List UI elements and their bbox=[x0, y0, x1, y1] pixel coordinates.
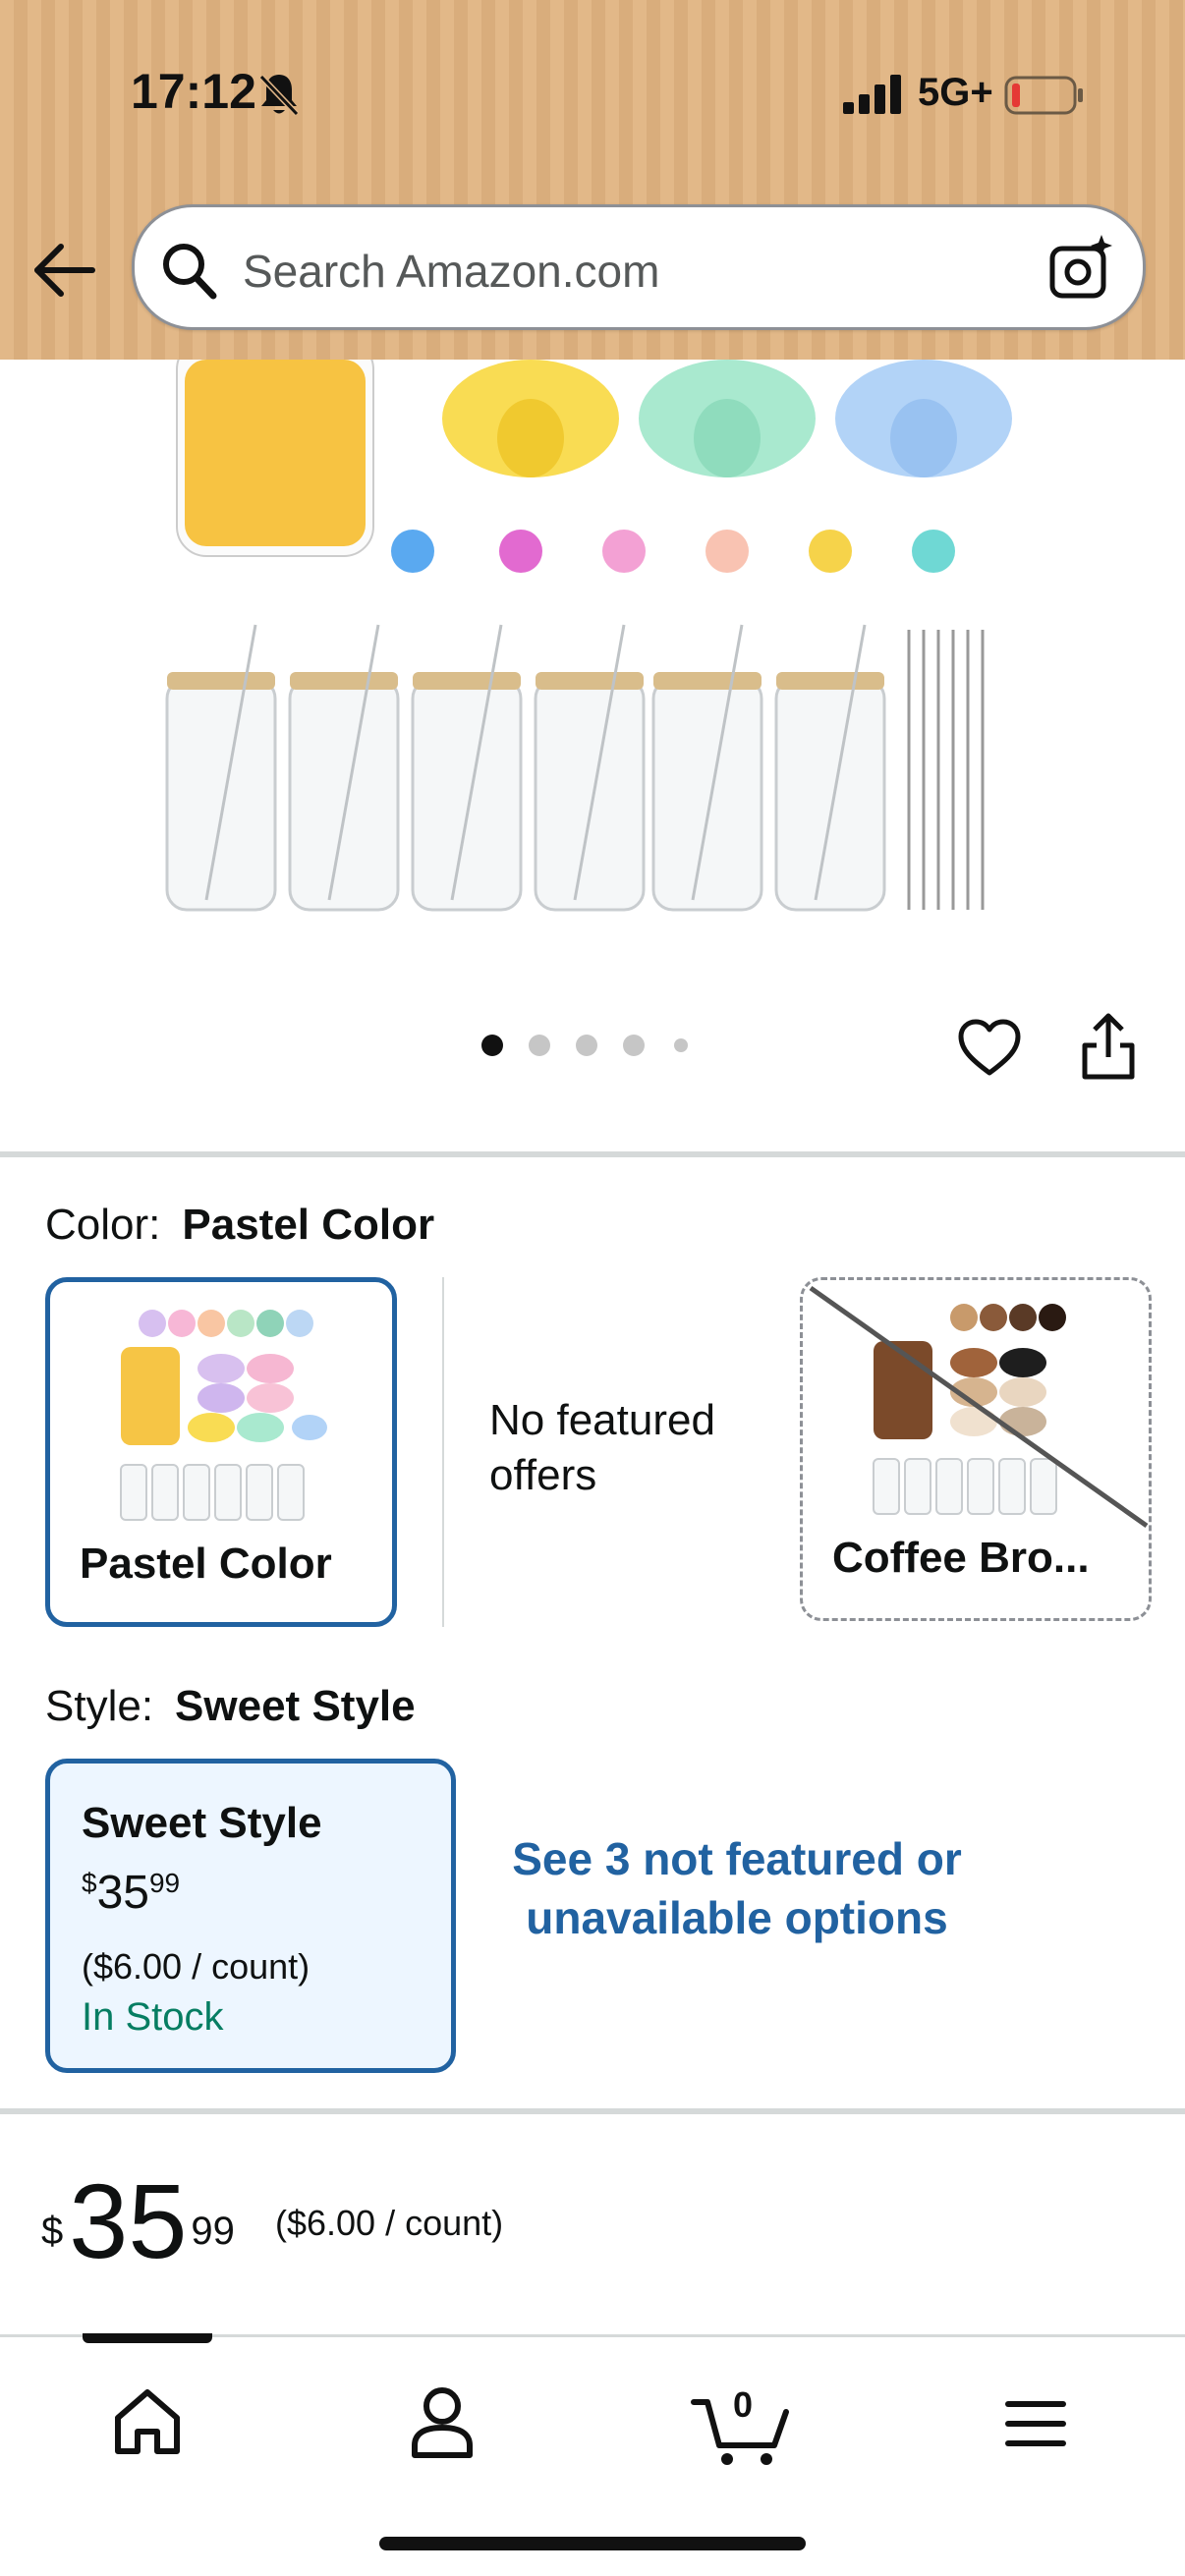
price-whole: 35 bbox=[96, 1867, 149, 1919]
active-tab-indicator bbox=[83, 2333, 212, 2343]
search-icon bbox=[163, 244, 217, 300]
stock-status: In Stock bbox=[82, 1995, 224, 2039]
style-label-text: Style: bbox=[45, 1682, 154, 1730]
network-type: 5G+ bbox=[918, 71, 993, 114]
swatch-thumbnail bbox=[120, 1310, 327, 1521]
share-icon[interactable] bbox=[1081, 1012, 1136, 1081]
back-arrow-icon[interactable] bbox=[31, 241, 96, 300]
no-featured-offers-text: No featured offers bbox=[489, 1396, 715, 1499]
product-price: $35 99 bbox=[41, 2167, 235, 2275]
currency-symbol: $ bbox=[41, 2210, 64, 2253]
color-option-pastel[interactable]: Pastel Color bbox=[45, 1277, 397, 1627]
swatch-label: Coffee Bro... bbox=[832, 1534, 1090, 1582]
section-divider bbox=[0, 1151, 1185, 1157]
currency-symbol: $ bbox=[82, 1868, 97, 1898]
style-label: Style: Sweet Style bbox=[45, 1682, 416, 1731]
swatch-divider bbox=[442, 1277, 444, 1627]
color-label: Color: Pastel Color bbox=[45, 1201, 434, 1250]
cart-button[interactable]: 0 bbox=[688, 2377, 796, 2475]
color-option-coffee[interactable]: Coffee Bro... bbox=[800, 1277, 1152, 1621]
see-more-options-link[interactable]: See 3 not featured or unavailable option… bbox=[511, 1829, 963, 1947]
price-whole: 35 bbox=[69, 2161, 188, 2280]
style-selected-value: Sweet Style bbox=[175, 1682, 416, 1730]
unit-price: ($6.00 / count) bbox=[275, 2203, 504, 2243]
camera-search-icon[interactable] bbox=[1048, 233, 1115, 302]
search-bar[interactable]: Search Amazon.com bbox=[132, 204, 1146, 330]
home-indicator-bar bbox=[379, 2537, 806, 2550]
color-label-text: Color: bbox=[45, 1201, 161, 1249]
price-cents: 99 bbox=[148, 1868, 181, 1898]
image-pager-dots[interactable] bbox=[481, 1035, 707, 1062]
pager-dot[interactable] bbox=[623, 1035, 645, 1056]
battery-low-icon bbox=[1004, 76, 1083, 115]
search-input[interactable]: Search Amazon.com bbox=[243, 245, 659, 298]
heart-icon[interactable] bbox=[957, 1018, 1022, 1079]
product-image[interactable] bbox=[147, 360, 1032, 929]
style-option-sweet[interactable]: Sweet Style $3599 ($6.00 / count) In Sto… bbox=[45, 1759, 456, 2073]
bell-slash-icon bbox=[258, 74, 300, 117]
pager-dot[interactable] bbox=[481, 1035, 503, 1056]
home-icon[interactable] bbox=[98, 2377, 197, 2465]
style-option-price: $3599 bbox=[82, 1866, 180, 1920]
status-time: 17:12 bbox=[131, 64, 256, 119]
color-selected-value: Pastel Color bbox=[182, 1201, 435, 1249]
app-header: 17:12 5G+ Search Amazon.com bbox=[0, 0, 1185, 360]
cart-count-badge: 0 bbox=[733, 2384, 754, 2425]
price-cents: 99 bbox=[191, 2210, 235, 2253]
signal-icon bbox=[843, 75, 901, 114]
style-unit-price: ($6.00 / count) bbox=[82, 1946, 310, 1987]
pager-dot[interactable] bbox=[529, 1035, 550, 1056]
pager-dot[interactable] bbox=[674, 1038, 688, 1052]
pager-dot[interactable] bbox=[576, 1035, 597, 1056]
section-divider bbox=[0, 2108, 1185, 2114]
account-icon[interactable] bbox=[393, 2377, 491, 2465]
swatch-label: Pastel Color bbox=[80, 1540, 332, 1588]
menu-icon[interactable] bbox=[987, 2377, 1085, 2465]
style-option-name: Sweet Style bbox=[82, 1799, 322, 1847]
